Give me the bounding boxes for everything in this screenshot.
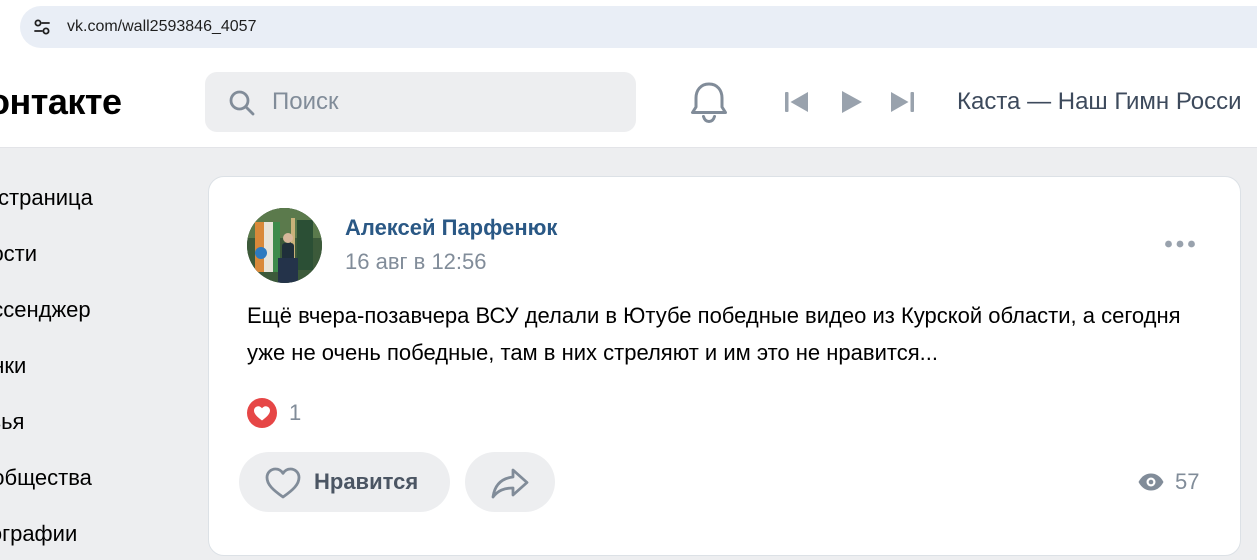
post-author[interactable]: Алексей Парфенюк: [345, 215, 557, 241]
tune-icon[interactable]: [32, 17, 52, 37]
nav-item-messenger[interactable]: ессенджер: [0, 296, 91, 324]
search-input[interactable]: [272, 82, 612, 122]
site-logo[interactable]: онтакте: [0, 81, 122, 123]
nav-item-calls[interactable]: онки: [0, 352, 26, 380]
like-button-label: Нравится: [314, 469, 419, 494]
search-box[interactable]: [205, 72, 636, 132]
nav-item-my-page[interactable]: я страница: [0, 184, 93, 212]
bell-icon[interactable]: [688, 79, 730, 125]
reaction-count[interactable]: 1: [289, 399, 301, 427]
now-playing-track[interactable]: Каста — Наш Гимн Росси: [957, 87, 1242, 117]
skip-previous-icon[interactable]: [782, 88, 812, 116]
nav-item-communities[interactable]: ообщества: [0, 464, 92, 492]
post-date[interactable]: 16 авг в 12:56: [345, 249, 487, 275]
share-button[interactable]: [465, 452, 555, 512]
views-count: 57: [1175, 469, 1200, 494]
nav-item-news[interactable]: вости: [0, 240, 37, 268]
avatar[interactable]: [247, 208, 322, 283]
like-button[interactable]: Нравится: [239, 452, 450, 512]
skip-next-icon[interactable]: [887, 88, 917, 116]
heart-reaction-icon[interactable]: [247, 398, 277, 428]
nav-item-photos[interactable]: тографии: [0, 520, 77, 548]
share-icon: [491, 468, 529, 499]
browser-address-bar: vk.com/wall2593846_4057: [0, 0, 1257, 56]
url-text[interactable]: vk.com/wall2593846_4057: [67, 17, 256, 37]
more-options-icon[interactable]: [1164, 239, 1196, 249]
heart-icon: [265, 467, 301, 499]
post-text: Ещё вчера-позавчера ВСУ делали в Ютубе п…: [247, 303, 1181, 365]
search-icon: [229, 90, 255, 116]
play-icon[interactable]: [836, 88, 866, 116]
eye-icon: [1138, 473, 1164, 491]
avatar-photo: [247, 208, 322, 283]
nav-item-friends[interactable]: узья: [0, 408, 24, 436]
site-header: онтакте Каста — Наш Гимн Росси: [0, 56, 1257, 148]
url-field[interactable]: vk.com/wall2593846_4057: [20, 6, 1257, 48]
post-card: Алексей Парфенюк 16 авг в 12:56 Ещё вчер…: [208, 176, 1241, 556]
